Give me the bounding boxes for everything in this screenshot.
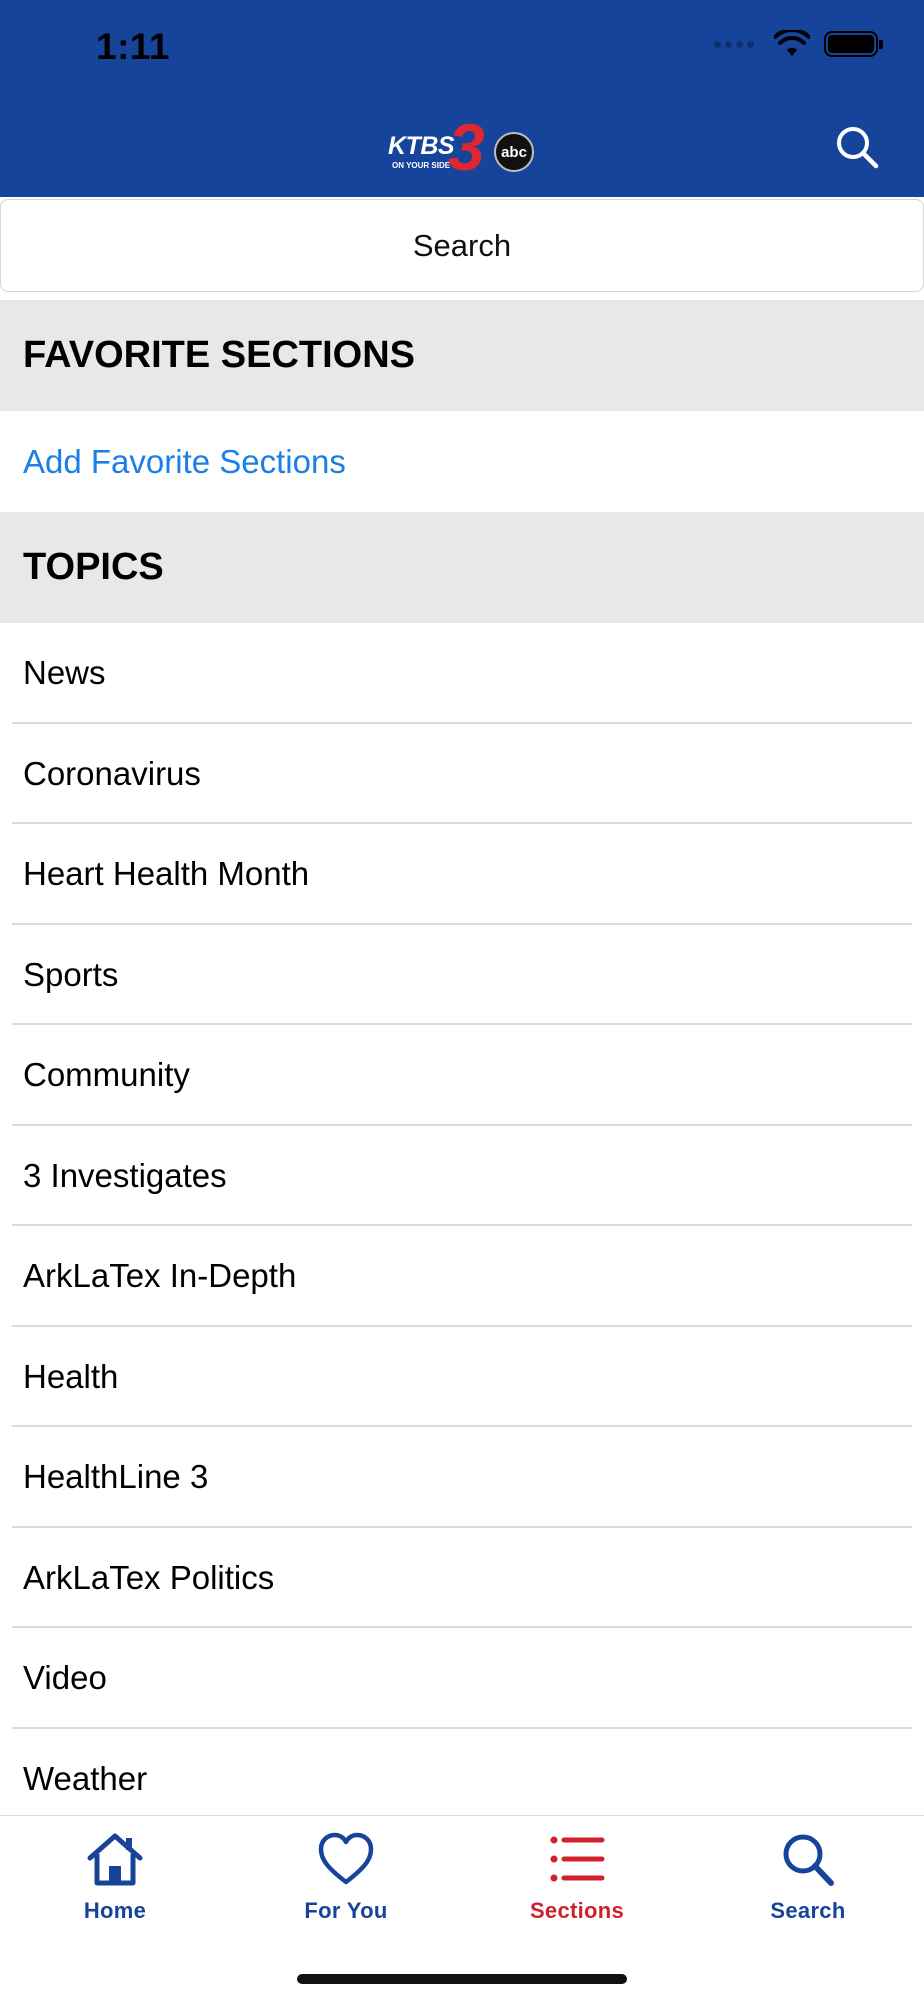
- tab-search[interactable]: Search: [708, 1830, 908, 1940]
- topic-item-health[interactable]: Health: [0, 1327, 924, 1428]
- favorite-sections-heading: FAVORITE SECTIONS: [0, 300, 924, 411]
- tab-for-you-label: For You: [304, 1898, 388, 1923]
- topic-item-community[interactable]: Community: [0, 1025, 924, 1126]
- logo-tagline: ON YOUR SIDE: [392, 161, 451, 170]
- tab-sections-label: Sections: [529, 1898, 625, 1923]
- topic-item-video[interactable]: Video: [0, 1628, 924, 1729]
- status-icons: [714, 30, 883, 58]
- heart-icon: [318, 1832, 374, 1885]
- topics-list: News Coronavirus Heart Health Month Spor…: [0, 623, 924, 1829]
- tab-home[interactable]: Home: [15, 1830, 215, 1940]
- tab-sections[interactable]: Sections: [477, 1830, 677, 1940]
- search-icon: [783, 1834, 834, 1886]
- logo-ktbs-text: KTBS: [388, 132, 455, 160]
- header-search-button[interactable]: [834, 124, 880, 170]
- topic-item-3-investigates[interactable]: 3 Investigates: [0, 1126, 924, 1227]
- tab-search-label: Search: [770, 1898, 846, 1923]
- search-input[interactable]: Search: [0, 199, 924, 292]
- topic-item-healthline-3[interactable]: HealthLine 3: [0, 1427, 924, 1528]
- topic-item-coronavirus[interactable]: Coronavirus: [0, 724, 924, 825]
- battery-icon: [824, 31, 883, 57]
- logo-number: 3: [448, 110, 485, 184]
- topic-item-arklatex-politics[interactable]: ArkLaTex Politics: [0, 1528, 924, 1629]
- topic-item-news[interactable]: News: [0, 623, 924, 724]
- home-indicator: [297, 1974, 627, 1984]
- app-header: 1:11 KTBS ON YOUR SIDE 3 abc: [0, 0, 924, 197]
- logo-abc-badge: abc: [494, 132, 534, 172]
- topic-item-heart-health-month[interactable]: Heart Health Month: [0, 824, 924, 925]
- ktbs-logo[interactable]: KTBS ON YOUR SIDE 3 abc: [386, 114, 538, 180]
- bottom-tab-bar: Home For You Sections Search: [0, 1815, 924, 2000]
- list-icon: [550, 1836, 605, 1882]
- tab-for-you[interactable]: For You: [246, 1830, 446, 1940]
- cellular-signal-icon: [714, 40, 754, 48]
- topics-heading: TOPICS: [0, 512, 924, 623]
- status-time: 1:11: [96, 26, 171, 67]
- topic-item-weather[interactable]: Weather: [0, 1729, 924, 1830]
- topic-item-arklatex-in-depth[interactable]: ArkLaTex In-Depth: [0, 1226, 924, 1327]
- wifi-icon: [774, 30, 810, 56]
- topic-item-sports[interactable]: Sports: [0, 925, 924, 1026]
- tab-home-label: Home: [83, 1898, 147, 1923]
- add-favorite-sections-link[interactable]: Add Favorite Sections: [0, 411, 924, 512]
- search-icon: [837, 127, 879, 169]
- home-icon: [87, 1833, 143, 1886]
